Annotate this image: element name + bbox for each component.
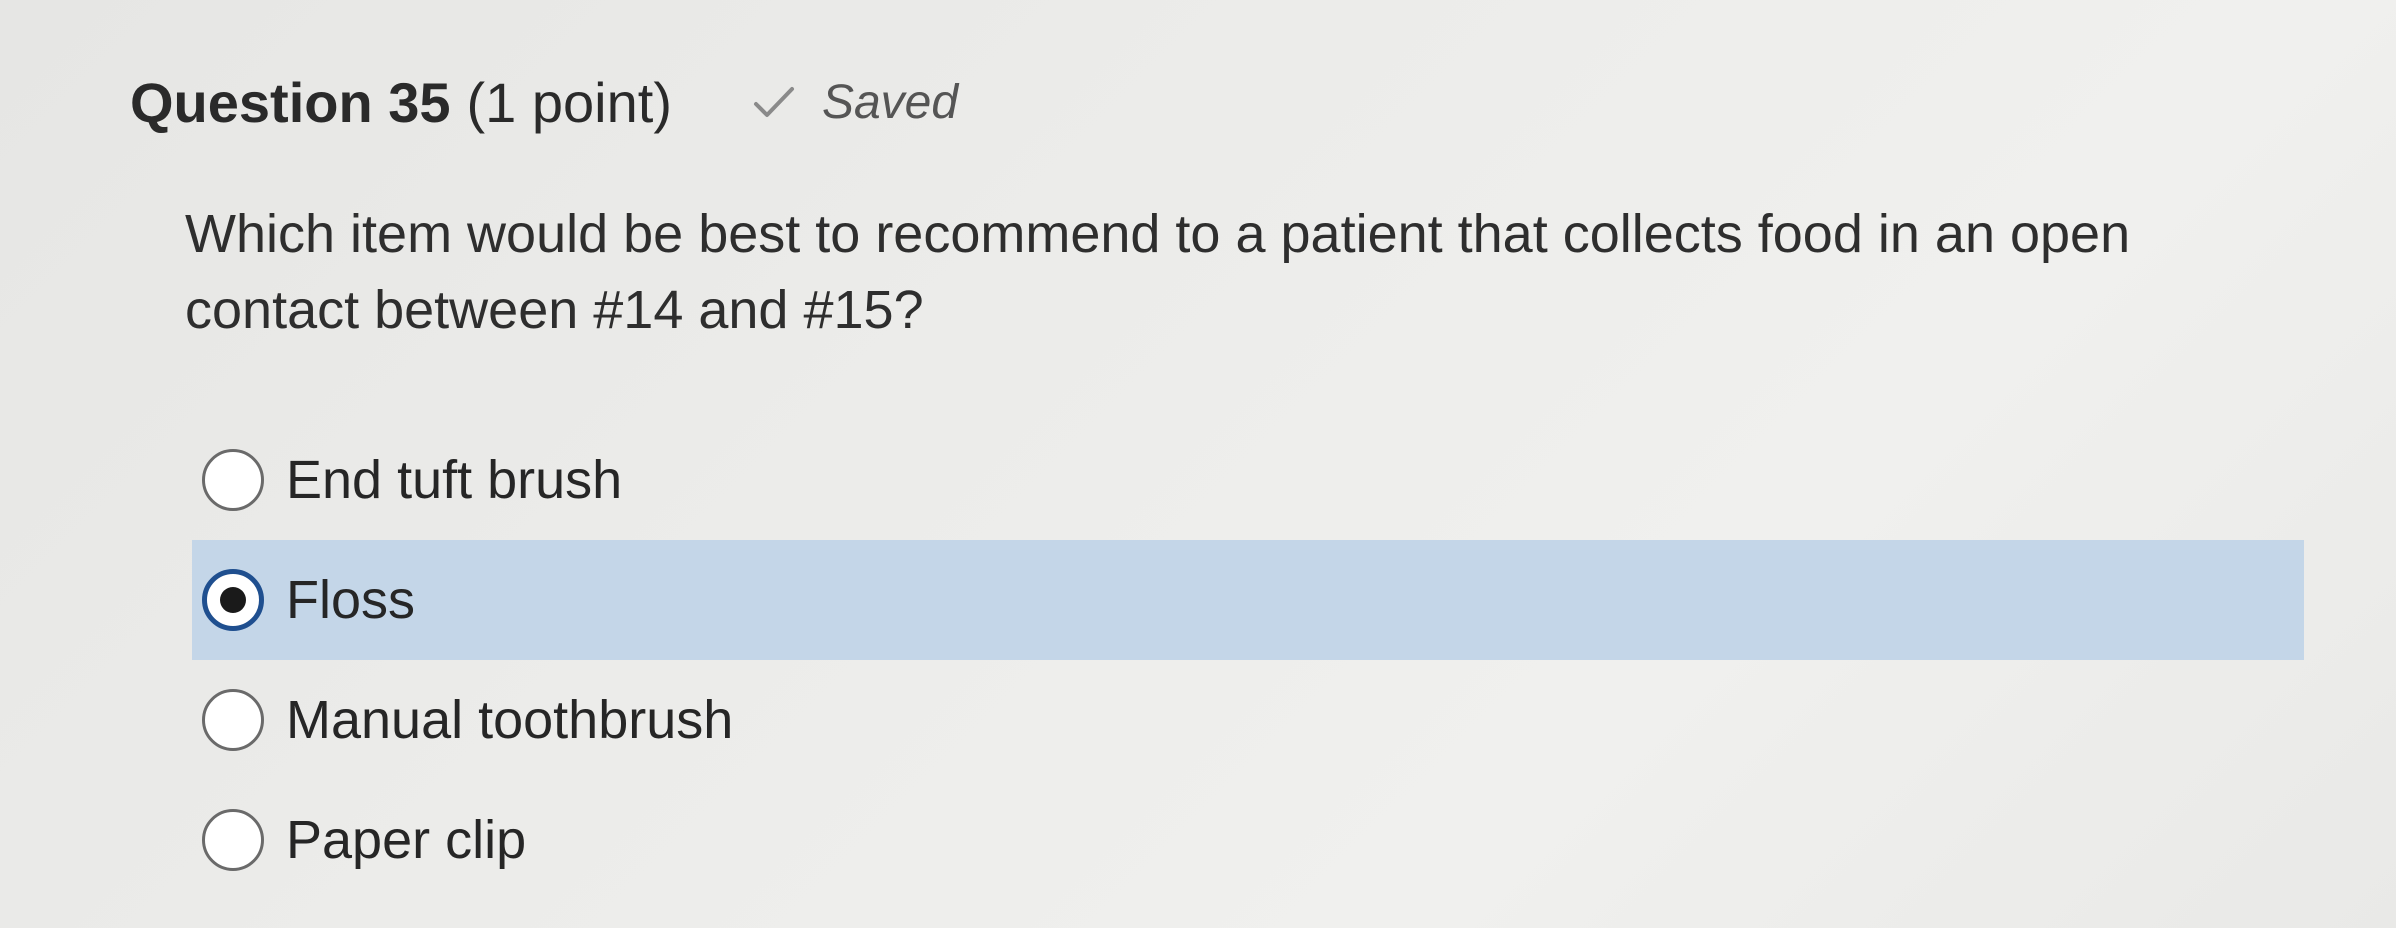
question-title: Question 35	[130, 71, 451, 134]
option-manual-toothbrush[interactable]: Manual toothbrush	[192, 660, 2304, 780]
question-text: Which item would be best to recommend to…	[185, 204, 2131, 340]
radio-button[interactable]	[202, 449, 264, 511]
option-label: Paper clip	[286, 810, 527, 870]
question-points: (1 point)	[466, 71, 672, 134]
option-floss[interactable]: Floss	[192, 540, 2304, 660]
option-label: Manual toothbrush	[286, 690, 734, 750]
saved-status: Saved	[752, 75, 958, 130]
saved-label: Saved	[821, 76, 959, 129]
question-header: Question 35 (1 point) Saved	[130, 70, 958, 135]
option-label: End tuft brush	[286, 450, 623, 510]
radio-dot-icon	[220, 587, 246, 613]
answer-options: End tuft brush Floss Manual toothbrush P…	[192, 420, 2304, 900]
radio-button-selected[interactable]	[202, 569, 264, 631]
option-label: Floss	[286, 570, 416, 630]
option-end-tuft-brush[interactable]: End tuft brush	[192, 420, 2304, 540]
radio-button[interactable]	[202, 689, 264, 751]
radio-button[interactable]	[202, 809, 264, 871]
option-paper-clip[interactable]: Paper clip	[192, 780, 2304, 900]
check-icon	[753, 86, 794, 117]
